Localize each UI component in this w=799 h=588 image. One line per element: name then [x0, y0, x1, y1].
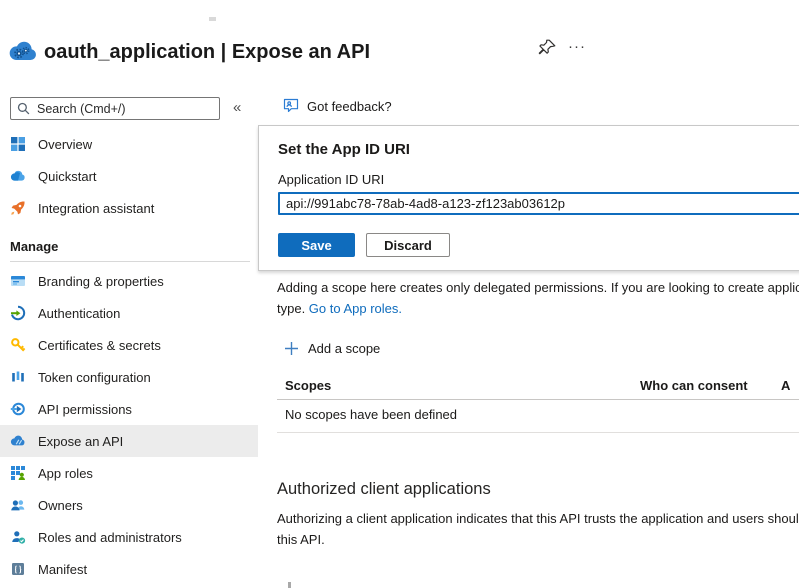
sidebar-item-label: Branding & properties — [38, 274, 164, 289]
column-header-who-can-consent: Who can consent — [640, 378, 748, 393]
discard-button[interactable]: Discard — [366, 233, 450, 257]
sidebar-item-label: Certificates & secrets — [38, 338, 161, 353]
add-client-application-plus-icon-partial[interactable] — [288, 582, 291, 588]
sidebar-item-api-permissions[interactable]: API permissions — [0, 393, 258, 425]
application-id-uri-label: Application ID URI — [278, 172, 384, 187]
sidebar-item-quickstart[interactable]: Quickstart — [0, 160, 258, 192]
got-feedback-button[interactable]: Got feedback? — [283, 98, 392, 114]
sidebar-item-overview[interactable]: Overview — [0, 128, 258, 160]
more-options-ellipsis-icon[interactable]: ··· — [568, 39, 586, 55]
sidebar-section-manage: Manage — [10, 239, 58, 254]
sidebar-item-label: Expose an API — [38, 434, 123, 449]
sidebar-item-label: Manifest — [38, 562, 87, 577]
overview-icon — [10, 136, 26, 152]
sidebar-nav-general: Overview Quickstart Integration assistan… — [0, 128, 258, 224]
scopes-note-line2-text: type. — [277, 301, 309, 316]
token-configuration-icon — [10, 369, 26, 385]
sidebar-item-roles-and-administrators[interactable]: Roles and administrators — [0, 521, 258, 553]
sidebar-item-manifest[interactable]: Manifest — [0, 553, 258, 585]
plus-icon — [284, 341, 299, 356]
go-to-app-roles-link[interactable]: Go to App roles. — [309, 301, 402, 316]
table-header-divider — [277, 399, 799, 400]
sidebar-item-app-roles[interactable]: App roles — [0, 457, 258, 489]
sidebar-item-certificates-secrets[interactable]: Certificates & secrets — [0, 329, 258, 361]
add-a-scope-label: Add a scope — [308, 341, 380, 356]
sidebar-item-expose-an-api[interactable]: Expose an API — [0, 425, 258, 457]
panel-title: Set the App ID URI — [278, 141, 410, 158]
authorized-clients-note-line1: Authorizing a client application indicat… — [277, 511, 799, 526]
sidebar-item-label: Authentication — [38, 306, 120, 321]
owners-people-icon — [10, 497, 26, 513]
rocket-icon — [10, 200, 26, 216]
pin-icon[interactable] — [537, 38, 559, 60]
sidebar-item-label: Token configuration — [38, 370, 151, 385]
quickstart-icon — [10, 168, 26, 184]
sidebar-item-token-configuration[interactable]: Token configuration — [0, 361, 258, 393]
expose-api-cloud-icon — [10, 433, 26, 449]
sidebar-item-owners[interactable]: Owners — [0, 489, 258, 521]
app-roles-icon — [10, 465, 26, 481]
sidebar-nav-manage: Branding & properties Authentication Cer… — [0, 265, 258, 585]
table-row-divider — [277, 432, 799, 433]
manifest-icon — [10, 561, 26, 577]
sidebar-item-label: Roles and administrators — [38, 530, 182, 545]
sidebar-collapse-button[interactable]: « — [233, 99, 241, 116]
azure-portal-blade: oauth_application | Expose an API ··· « … — [0, 0, 799, 588]
authorized-client-applications-heading: Authorized client applications — [277, 480, 491, 499]
sidebar-item-authentication[interactable]: Authentication — [0, 297, 258, 329]
add-a-scope-button[interactable]: Add a scope — [284, 341, 380, 356]
sidebar-item-label: Quickstart — [38, 169, 97, 184]
roles-administrators-icon — [10, 529, 26, 545]
scopes-note-line1: Adding a scope here creates only delegat… — [277, 280, 799, 295]
set-app-id-uri-panel: Set the App ID URI Application ID URI Sa… — [258, 125, 799, 271]
sidebar-item-branding-properties[interactable]: Branding & properties — [0, 265, 258, 297]
sidebar-item-integration-assistant[interactable]: Integration assistant — [0, 192, 258, 224]
key-icon — [10, 337, 26, 353]
feedback-person-icon — [283, 98, 299, 114]
page-title: oauth_application | Expose an API — [44, 41, 370, 64]
scopes-empty-message: No scopes have been defined — [285, 407, 457, 422]
sidebar-divider — [10, 261, 250, 262]
top-artifact-mark — [209, 17, 216, 21]
got-feedback-label: Got feedback? — [307, 99, 392, 114]
authorized-clients-note-line2: this API. — [277, 532, 325, 547]
api-permissions-icon — [10, 401, 26, 417]
sidebar-item-label: API permissions — [38, 402, 132, 417]
save-button[interactable]: Save — [278, 233, 355, 257]
column-header-scopes: Scopes — [285, 378, 331, 393]
sidebar-item-label: Integration assistant — [38, 201, 154, 216]
authentication-icon — [10, 305, 26, 321]
sidebar-item-label: Overview — [38, 137, 92, 152]
column-header-admin-consent-truncated: A — [781, 378, 790, 393]
search-input[interactable] — [37, 102, 213, 116]
sidebar-item-label: Owners — [38, 498, 83, 513]
sidebar-item-label: App roles — [38, 466, 93, 481]
branding-icon — [10, 273, 26, 289]
scopes-note-line2: type. Go to App roles. — [277, 301, 402, 316]
application-id-uri-input[interactable] — [278, 192, 799, 215]
search-icon — [17, 102, 30, 115]
app-registration-cloud-icon — [8, 40, 38, 62]
sidebar-search-box[interactable] — [10, 97, 220, 120]
